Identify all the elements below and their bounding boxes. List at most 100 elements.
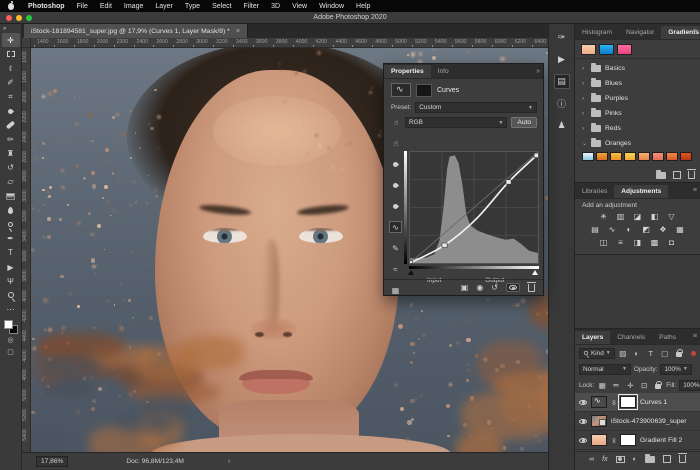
layer-row[interactable]: ∞Curves 1 <box>575 393 700 412</box>
preset-dropdown[interactable]: Custom ▼ <box>415 102 537 113</box>
chevron-right-icon[interactable]: › <box>582 96 587 102</box>
lock-move-icon[interactable]: ✛ <box>625 381 635 390</box>
layer-row[interactable]: ∞Gradient Fill 2 <box>575 431 700 450</box>
screen-mode-button[interactable]: ▢ <box>2 346 20 358</box>
eyedropper-tool[interactable] <box>2 104 20 118</box>
delete-layer-icon[interactable] <box>679 455 686 463</box>
comments-panel-icon[interactable]: ♟ <box>554 118 570 133</box>
brushes-panel-icon[interactable]: ✑ <box>554 30 570 45</box>
gradient-swatch[interactable] <box>582 152 594 161</box>
move-tool[interactable]: ✛ <box>2 33 20 47</box>
black-point-eyedropper-icon[interactable] <box>389 158 402 170</box>
edit-points-icon[interactable]: ∿ <box>389 221 402 233</box>
white-point-slider[interactable] <box>532 270 538 275</box>
panel-menu-icon[interactable]: ≡ <box>693 333 697 340</box>
layer-mask-thumbnail[interactable] <box>416 84 432 97</box>
gradient-folder-purples[interactable]: ›Purples <box>575 91 700 106</box>
menu-item-file[interactable]: File <box>71 3 94 10</box>
actions-panel-icon[interactable]: ▶ <box>554 52 570 67</box>
layer-thumbnail[interactable] <box>591 434 607 446</box>
lock-artboard-icon[interactable]: ⊡ <box>639 381 649 390</box>
gradient-swatch[interactable] <box>680 152 692 161</box>
curves-adjustment-icon[interactable] <box>391 83 411 97</box>
smooth-curve-icon[interactable]: ≈ <box>389 263 402 275</box>
layer-thumbnail[interactable] <box>591 396 607 408</box>
visibility-eye-icon[interactable] <box>579 400 587 405</box>
view-previous-state-icon[interactable]: ◉ <box>476 283 483 292</box>
tab-navigator[interactable]: Navigator <box>619 26 661 39</box>
gradient-swatch[interactable] <box>581 44 596 55</box>
delete-adjustment-icon-glyph[interactable] <box>528 284 535 292</box>
menu-item-filter[interactable]: Filter <box>238 3 266 10</box>
horizontal-ruler[interactable]: 1400160018002000220024002600280030003200… <box>31 38 548 48</box>
gradient-swatch[interactable] <box>624 152 636 161</box>
tab-channels[interactable]: Channels <box>610 331 652 344</box>
info-panel-icon[interactable]: ⓘ <box>554 96 570 111</box>
history-brush-tool[interactable]: ↺ <box>2 161 20 175</box>
menu-item-photoshop[interactable]: Photoshop <box>22 3 71 10</box>
curves-icon[interactable]: ◪ <box>632 211 644 222</box>
clone-stamp-tool[interactable]: ♜ <box>2 147 20 161</box>
clip-to-layer-icon[interactable]: ▣ <box>461 283 469 292</box>
lock-paint-icon[interactable]: ✏ <box>611 381 621 390</box>
filter-adjustment-icon[interactable]: ◐ <box>632 349 642 358</box>
spot-healing-tool[interactable] <box>2 118 20 132</box>
toolbar-collapse-icon[interactable]: » <box>0 24 6 33</box>
document-tab[interactable]: iStock-181894581_super.jpg @ 17,9% (Curv… <box>24 24 248 38</box>
tab-layers[interactable]: Layers <box>575 331 610 344</box>
gradient-swatch[interactable] <box>599 44 614 55</box>
gradient-swatch[interactable] <box>596 152 608 161</box>
chevron-down-icon[interactable]: ⌄ <box>582 140 587 147</box>
type-tool[interactable]: T <box>2 246 20 260</box>
dodge-tool[interactable] <box>2 217 20 231</box>
blur-tool[interactable] <box>2 203 20 217</box>
add-mask-icon[interactable] <box>616 456 625 463</box>
gradient-folder-blues[interactable]: ›Blues <box>575 76 700 91</box>
visibility-eye-icon[interactable] <box>506 283 520 292</box>
brightness-contrast-icon[interactable]: ☀ <box>598 211 610 222</box>
gradient-folder-pinks[interactable]: ›Pinks <box>575 106 700 121</box>
gray-point-eyedropper-icon[interactable] <box>389 179 402 191</box>
document-size-info[interactable]: Doc: 96,8M/123,4M <box>126 458 184 465</box>
gradient-swatch[interactable] <box>652 152 664 161</box>
link-layers-icon[interactable]: ∞ <box>589 456 594 463</box>
menu-item-help[interactable]: Help <box>350 3 376 10</box>
zoom-level-field[interactable]: 17,86% <box>36 456 68 467</box>
delete-adjustment-icon[interactable] <box>528 284 535 292</box>
chevron-right-icon[interactable]: › <box>582 126 587 132</box>
hand-tool[interactable]: Ψ <box>2 274 20 288</box>
layer-effects-icon[interactable]: fx <box>602 456 607 463</box>
gradient-swatch[interactable] <box>617 44 632 55</box>
ruler-origin[interactable] <box>22 38 31 48</box>
brush-tool[interactable]: ✏ <box>2 132 20 146</box>
visibility-eye-icon[interactable] <box>579 438 587 443</box>
gradient-swatch[interactable] <box>638 152 650 161</box>
fill-dropdown[interactable]: 100% ▼ <box>679 380 700 391</box>
lasso-tool[interactable]: ℓ <box>2 61 20 75</box>
eraser-tool[interactable]: ▱ <box>2 175 20 189</box>
chevron-right-icon[interactable]: › <box>582 111 587 117</box>
levels-icon[interactable]: ▥ <box>615 211 627 222</box>
invert-icon[interactable]: ◫ <box>598 237 610 248</box>
foreground-color-swatch[interactable] <box>4 320 13 329</box>
black-white-icon[interactable]: ◐ <box>623 224 635 235</box>
opacity-dropdown[interactable]: 100% ▼ <box>660 364 691 375</box>
new-group-icon[interactable] <box>645 456 655 463</box>
gradient-map-icon[interactable]: ▩ <box>649 237 661 248</box>
gradient-folder-basics[interactable]: ›Basics <box>575 61 700 76</box>
tab-info[interactable]: Info <box>431 65 456 78</box>
draw-curve-pencil-icon[interactable]: ✎ <box>389 242 402 254</box>
photo-filter-icon[interactable]: ◩ <box>640 224 652 235</box>
quick-selection-tool[interactable]: ✐ <box>2 76 20 90</box>
tab-adjustments[interactable]: Adjustments <box>614 185 668 198</box>
hue-saturation-icon[interactable]: ▤ <box>589 224 601 235</box>
lock-transparency-icon[interactable]: ▦ <box>597 381 607 390</box>
curves-graph[interactable] <box>409 151 539 264</box>
new-adjustment-icon[interactable]: ◐ <box>633 456 637 463</box>
menu-item-select[interactable]: Select <box>206 3 237 10</box>
filter-smart-object-icon[interactable] <box>674 349 684 357</box>
panel-menu-icon[interactable]: ≡ <box>693 187 697 194</box>
reset-icon[interactable]: ↺ <box>491 283 498 292</box>
layer-filter-kind-dropdown[interactable]: Kind ▼ <box>579 348 615 359</box>
blend-mode-dropdown[interactable]: Normal ▼ <box>579 364 631 375</box>
